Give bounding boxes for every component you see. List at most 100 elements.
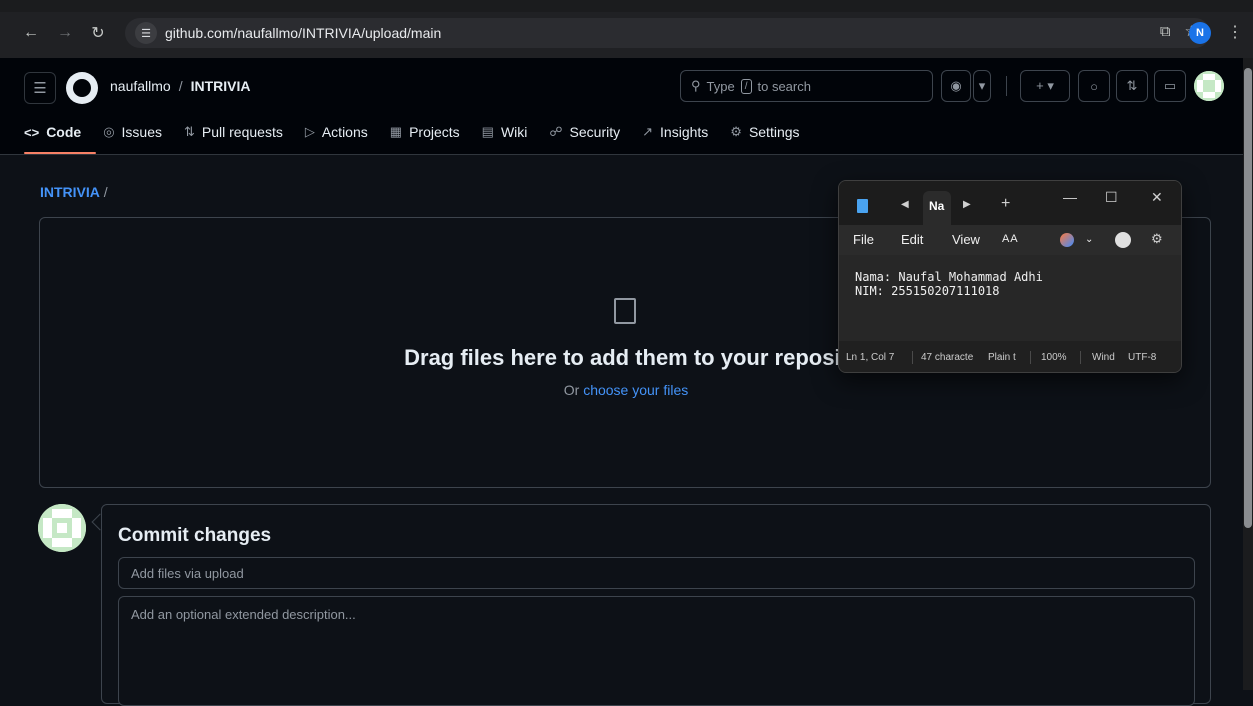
repo-tabs: <> Code ◎ Issues ⇅ Pull requests ▷ Actio… — [24, 122, 800, 142]
page-scrollbar[interactable] — [1243, 58, 1253, 690]
reload-icon[interactable]: ↻ — [87, 22, 109, 44]
url-text: github.com/naufallmo/INTRIVIA/upload/mai… — [165, 25, 442, 41]
commit-avatar — [38, 504, 86, 552]
path-repo-link[interactable]: INTRIVIA — [40, 184, 100, 200]
status-divider — [1080, 351, 1081, 364]
tab-insights[interactable]: ↗ Insights — [642, 122, 708, 142]
gear-icon: ⚙ — [730, 124, 742, 139]
pull-requests-icon[interactable]: ⇅ — [1116, 70, 1148, 102]
tab-label: Issues — [121, 124, 162, 140]
notepad-text-area[interactable]: Nama: Naufal Mohammad Adhi NIM: 25515020… — [839, 255, 1181, 341]
scrollbar-thumb[interactable] — [1244, 68, 1252, 528]
issues-icon[interactable]: ○ — [1078, 70, 1110, 102]
notepad-menubar: File Edit View A A ⌄ ⚙ — [839, 225, 1181, 255]
tab-label: Actions — [321, 124, 368, 140]
status-divider — [912, 351, 913, 364]
tab-security[interactable]: ☍ Security — [549, 122, 620, 142]
hamburger-menu-icon[interactable]: ☰ — [24, 72, 56, 104]
table-icon: ▦ — [389, 124, 403, 139]
notepad-statusbar: Ln 1, Col 7 47 characte Plain t 100% Win… — [839, 341, 1181, 372]
breadcrumb-separator: / — [178, 78, 183, 94]
search-icon: ⚲ — [691, 78, 701, 93]
choose-files-link[interactable]: choose your files — [583, 382, 688, 398]
menu-file[interactable]: File — [853, 232, 874, 247]
status-format: Plain t — [988, 352, 1016, 363]
settings-gear-icon[interactable]: ⚙ — [1151, 231, 1163, 247]
github-logo-icon[interactable] — [66, 72, 98, 104]
site-settings-icon[interactable]: ☰ — [135, 22, 157, 44]
path-separator: / — [103, 184, 108, 200]
commit-panel: Commit changes Add files via upload Add … — [101, 504, 1211, 706]
tab-code[interactable]: <> Code — [24, 122, 81, 142]
browser-menu-icon[interactable]: ⋮ — [1227, 22, 1243, 42]
github-header: ☰ naufallmo / INTRIVIA ⚲ Type / to searc… — [0, 58, 1253, 155]
font-size-icon[interactable]: A A — [1002, 233, 1018, 245]
commit-summary-input[interactable]: Add files via upload — [118, 557, 1195, 589]
new-tab-icon[interactable]: + — [1001, 195, 1010, 213]
back-icon[interactable]: ← — [20, 22, 42, 44]
tab-scroll-right-icon[interactable]: ▶ — [963, 199, 971, 210]
search-prefix: Type — [706, 78, 735, 94]
status-divider — [1030, 351, 1031, 364]
tab-actions[interactable]: ▷ Actions — [305, 122, 368, 142]
status-zoom[interactable]: 100% — [1041, 352, 1067, 363]
notepad-titlebar: ◀ Na ▶ + — ☐ ✕ — [839, 181, 1181, 225]
issue-icon: ◎ — [103, 124, 115, 139]
tab-wiki[interactable]: ▤ Wiki — [482, 122, 528, 142]
browser-toolbar: ← → ↻ ☰ github.com/naufallmo/INTRIVIA/up… — [0, 0, 1253, 58]
play-icon: ▷ — [304, 124, 315, 139]
create-new-icon[interactable]: + ▾ — [1020, 70, 1070, 102]
status-line-ending: Wind — [1092, 352, 1115, 363]
search-input[interactable]: ⚲ Type / to search — [680, 70, 933, 102]
tab-label: Security — [569, 124, 621, 140]
minimize-icon[interactable]: — — [1063, 189, 1077, 205]
shield-icon: ☍ — [549, 124, 563, 139]
menu-view[interactable]: View — [952, 232, 980, 247]
address-bar[interactable]: ☰ github.com/naufallmo/INTRIVIA/upload/m… — [125, 18, 1210, 48]
active-tab-underline — [24, 152, 96, 154]
maximize-icon[interactable]: ☐ — [1105, 189, 1118, 206]
tab-issues[interactable]: ◎ Issues — [103, 122, 162, 142]
upload-path-breadcrumb: INTRIVIA / — [40, 184, 108, 200]
tab-settings[interactable]: ⚙ Settings — [730, 122, 799, 142]
commit-title: Commit changes — [118, 525, 272, 546]
notepad-window: ◀ Na ▶ + — ☐ ✕ File Edit View A A ⌄ ⚙ Na… — [838, 180, 1182, 373]
status-character-count: 47 characte — [921, 352, 974, 363]
tab-label: Settings — [748, 124, 800, 140]
tab-label: Projects — [409, 124, 460, 140]
search-suffix: to search — [757, 78, 811, 94]
menu-edit[interactable]: Edit — [901, 232, 923, 247]
tab-label: Wiki — [500, 124, 528, 140]
status-cursor-position: Ln 1, Col 7 — [846, 352, 895, 363]
repo-owner-link[interactable]: naufallmo — [110, 78, 171, 94]
copilot-icon[interactable] — [1060, 233, 1074, 247]
book-icon: ▤ — [481, 124, 494, 139]
repo-breadcrumb: naufallmo / INTRIVIA — [110, 78, 250, 94]
file-icon — [614, 298, 636, 324]
tab-pull-requests[interactable]: ⇅ Pull requests — [184, 122, 283, 142]
tab-label: Code — [46, 124, 82, 140]
tab-strip — [0, 0, 1253, 12]
search-shortcut-key: / — [740, 78, 752, 94]
inbox-icon[interactable]: ▭ — [1154, 70, 1186, 102]
browser-profile-avatar[interactable]: N — [1189, 22, 1211, 44]
tab-label: Pull requests — [201, 124, 283, 140]
copilot-dropdown-icon[interactable]: ▾ — [973, 70, 991, 102]
dropzone-sub-prefix: Or — [563, 382, 580, 398]
header-divider — [1006, 76, 1007, 96]
install-app-icon[interactable]: ⧉ — [1160, 23, 1171, 40]
copilot-icon[interactable]: ◉ — [941, 70, 971, 102]
forward-icon[interactable]: → — [54, 22, 76, 44]
account-icon[interactable] — [1115, 232, 1131, 248]
dropzone-subtitle: Or choose your files — [40, 382, 1212, 398]
code-icon: <> — [24, 124, 40, 140]
pull-request-icon: ⇅ — [184, 124, 195, 139]
user-avatar[interactable] — [1194, 71, 1224, 101]
repo-name-link[interactable]: INTRIVIA — [191, 78, 251, 94]
graph-icon: ↗ — [642, 124, 654, 139]
close-icon[interactable]: ✕ — [1151, 189, 1163, 206]
tab-projects[interactable]: ▦ Projects — [390, 122, 460, 142]
copilot-dropdown-icon[interactable]: ⌄ — [1085, 234, 1093, 245]
notepad-tab[interactable]: Na — [923, 191, 951, 225]
tab-scroll-left-icon[interactable]: ◀ — [901, 199, 909, 210]
